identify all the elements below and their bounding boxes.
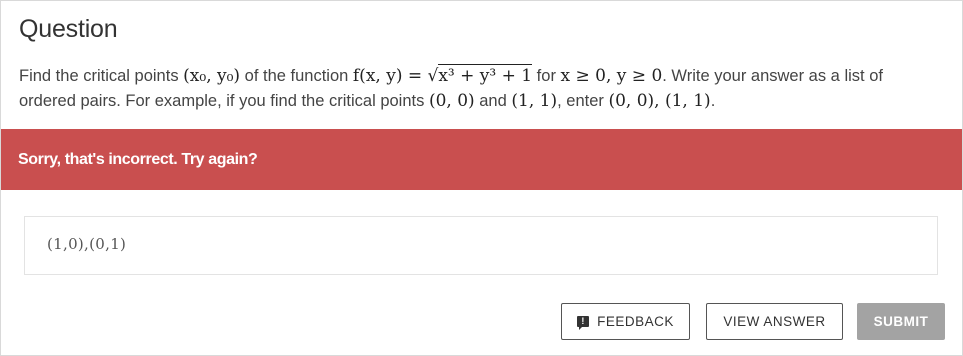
math-example-2: (1, 1) xyxy=(511,91,558,111)
prompt-text: for xyxy=(532,67,561,85)
math-example-1: (0, 0) xyxy=(428,91,475,111)
view-answer-button-label: VIEW ANSWER xyxy=(723,314,826,329)
prompt-text: , enter xyxy=(557,92,609,110)
question-prompt: Find the critical points (x₀, y₀) of the… xyxy=(19,64,944,114)
feedback-button-label: FEEDBACK xyxy=(597,314,674,329)
math-function-lhs: f(x, y) = xyxy=(352,66,428,86)
prompt-text: Find the critical points xyxy=(19,67,184,85)
prompt-text: and xyxy=(474,92,512,110)
question-card: Question Find the critical points (x₀, y… xyxy=(0,0,963,356)
incorrect-message: Sorry, that's incorrect. Try again? xyxy=(18,151,258,168)
answer-input[interactable]: (1,0),(0,1) xyxy=(24,216,938,275)
answer-value: (1,0),(0,1) xyxy=(47,235,127,253)
incorrect-banner: Sorry, that's incorrect. Try again? xyxy=(1,129,962,190)
question-title: Question xyxy=(19,15,118,43)
exclamation-speech-bubble-icon: ! xyxy=(577,316,590,330)
math-example-entry: (0, 0), (1, 1) xyxy=(608,91,711,111)
feedback-button[interactable]: ! FEEDBACK xyxy=(561,303,690,340)
math-function-radicand: x³ + y³ + 1 xyxy=(438,64,533,86)
submit-button[interactable]: SUBMIT xyxy=(857,303,945,340)
sqrt-symbol: √ xyxy=(427,66,439,86)
prompt-text: . xyxy=(710,92,716,110)
math-condition: x ≥ 0, y ≥ 0 xyxy=(560,66,663,86)
view-answer-button[interactable]: VIEW ANSWER xyxy=(706,303,843,340)
prompt-text: of the function xyxy=(240,67,353,85)
submit-button-label: SUBMIT xyxy=(873,314,929,329)
math-point: (x₀, y₀) xyxy=(183,66,241,86)
